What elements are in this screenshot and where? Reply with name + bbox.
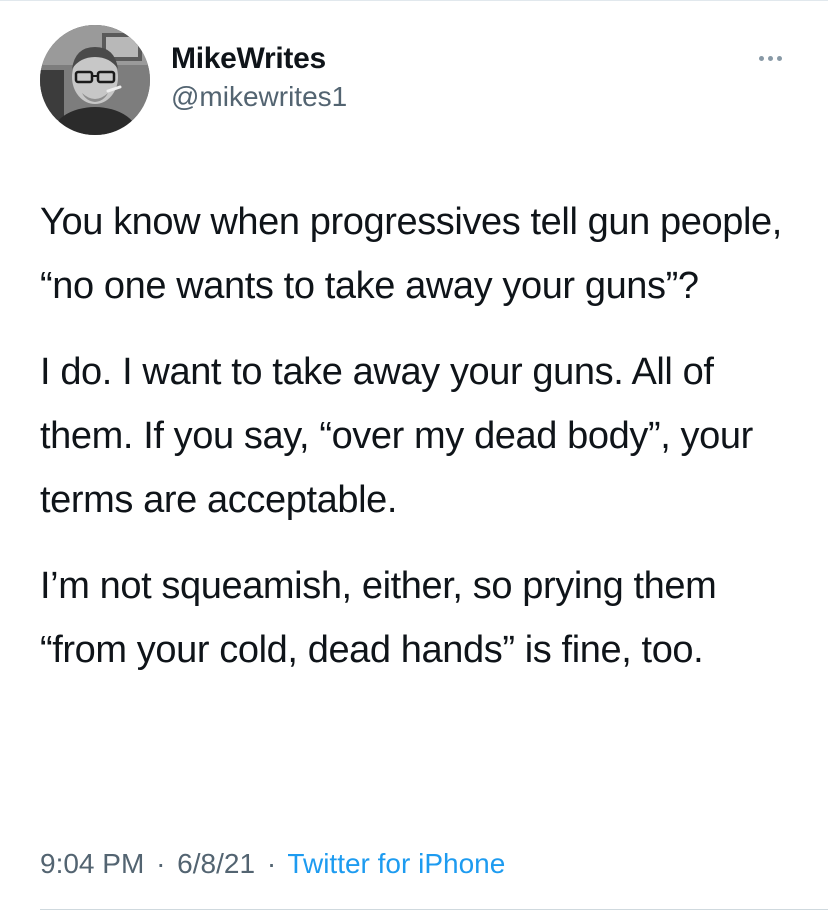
tweet-meta: 9:04 PM · 6/8/21 · Twitter for iPhone [40, 846, 505, 882]
tweet-source-link[interactable]: Twitter for iPhone [287, 848, 505, 879]
display-name[interactable]: MikeWrites [171, 40, 347, 78]
tweet-card: MikeWrites @mikewrites1 You know when pr… [0, 0, 828, 916]
tweet-time[interactable]: 9:04 PM [40, 848, 144, 879]
tweet-paragraph: I do. I want to take away your guns. All… [40, 351, 753, 521]
tweet-date[interactable]: 6/8/21 [177, 848, 255, 879]
tweet-paragraph: You know when progressives tell gun peop… [40, 201, 782, 307]
ellipsis-icon [776, 55, 782, 61]
meta-separator: · [266, 848, 277, 879]
tweet-text: You know when progressives tell gun peop… [40, 190, 800, 704]
avatar[interactable] [40, 25, 150, 135]
user-handle[interactable]: @mikewrites1 [171, 79, 347, 115]
author-info: MikeWrites @mikewrites1 [171, 40, 347, 115]
profile-photo-icon [40, 25, 150, 135]
tweet-paragraph: I’m not squeamish, either, so prying the… [40, 565, 717, 671]
ellipsis-icon [758, 55, 764, 61]
more-options-button[interactable] [748, 44, 792, 72]
ellipsis-icon [767, 55, 773, 61]
bottom-divider [40, 909, 828, 910]
meta-separator: · [156, 848, 166, 879]
